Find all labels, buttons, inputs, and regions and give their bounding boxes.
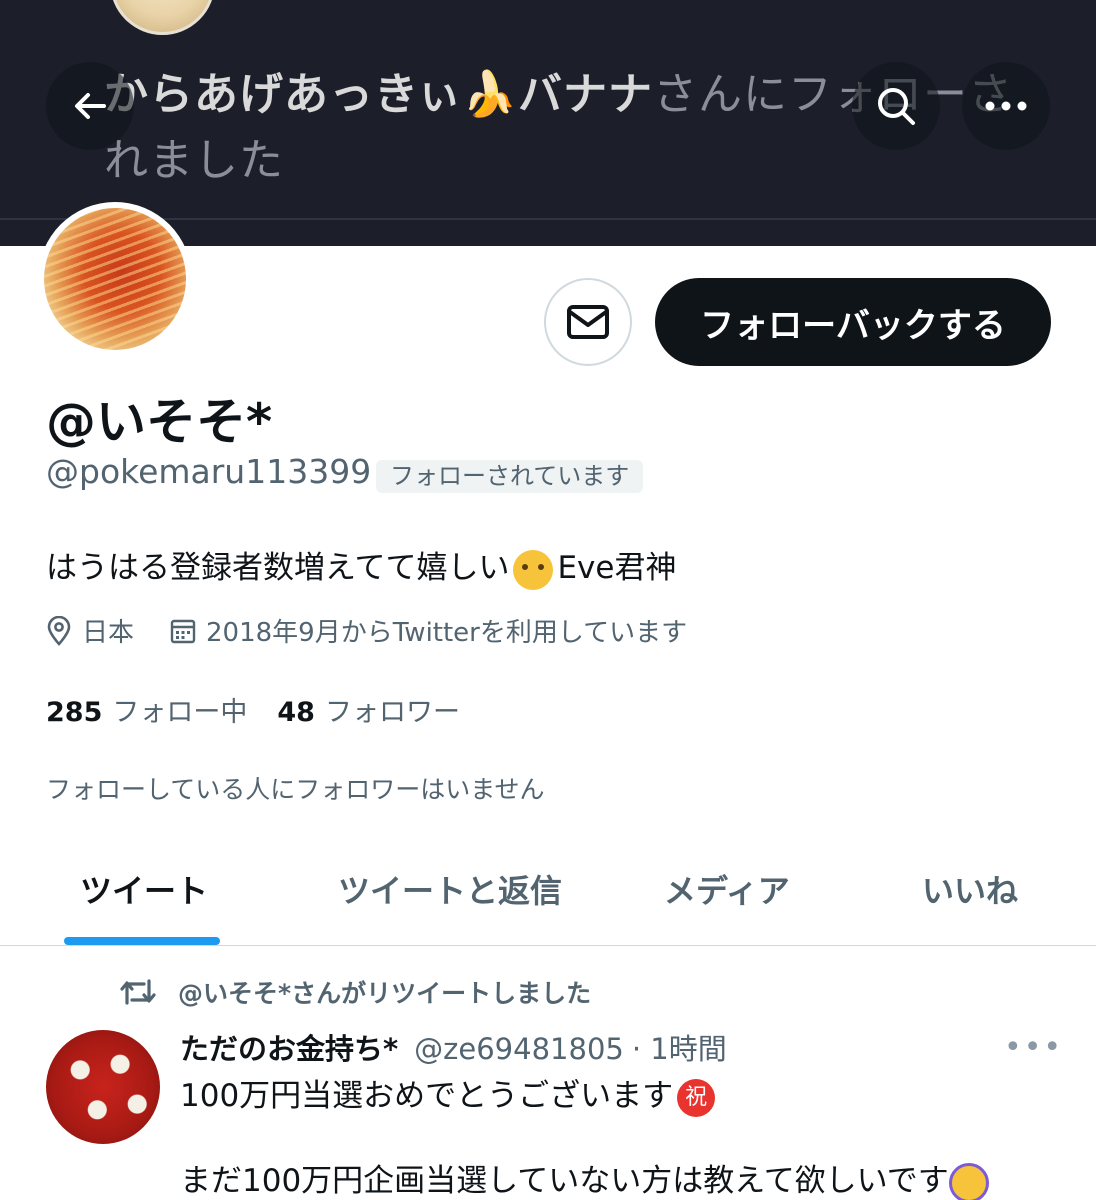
tab-media[interactable]: メディア [664, 866, 790, 912]
follow-counts: 285 フォロー中 48 フォロワー [46, 690, 490, 729]
following-count: 285 [46, 697, 103, 728]
bio-tail: Eve君神 [557, 550, 677, 586]
tab-tweets-replies[interactable]: ツイートと返信 [338, 866, 562, 912]
mutual-followers-note: フォローしている人にフォロワーはいません [46, 775, 545, 804]
calendar-icon [170, 619, 196, 643]
location-text: 日本 [82, 618, 135, 648]
banana-icon: 🍌 [462, 69, 519, 120]
followers-link[interactable]: 48 フォロワー [277, 690, 460, 729]
tweet-text-line1: 100万円当選おめでとうございます祝 [180, 1070, 716, 1117]
bio-text: はうはる登録者数増えてて嬉しい [46, 550, 510, 586]
search-button[interactable] [852, 62, 940, 150]
more-dots-icon [985, 101, 1027, 111]
retweet-label: @いそそ*さんがリツイートしました [178, 979, 592, 1008]
location-pin-icon [47, 615, 71, 646]
profile-avatar[interactable] [38, 202, 192, 356]
tweet-text-1: 100万円当選おめでとうございます [180, 1078, 674, 1114]
tab-likes[interactable]: いいね [922, 866, 1018, 912]
banner-text-rest: さんにフォローさ [653, 69, 1014, 120]
profile-location: 日本 [46, 612, 134, 649]
active-tab-indicator [64, 937, 220, 945]
profile-display-name: @いそそ* [46, 393, 273, 451]
following-label: フォロー中 [112, 697, 248, 728]
banner-notification-text: からあげあっきぃ🍌バナナさんにフォローさ れました [104, 62, 1094, 194]
followers-count: 48 [277, 697, 315, 728]
profile-tabs: ツイート ツイートと返信 メディア いいね [0, 836, 1096, 946]
retweet-icon [120, 979, 156, 1005]
follow-back-button[interactable]: フォローバックする [655, 278, 1051, 366]
tweet-author-avatar[interactable] [46, 1030, 160, 1144]
retweet-context[interactable]: @いそそ*さんがリツイートしました [118, 974, 591, 1010]
tab-tweets[interactable]: ツイート [80, 866, 208, 912]
profile-joined: 2018年9月からTwitterを利用しています [170, 612, 687, 649]
tweet-author-name[interactable]: ただのお金持ち* [180, 1026, 398, 1068]
tweet-time[interactable]: · 1時間 [632, 1026, 727, 1068]
back-arrow-icon [75, 93, 106, 119]
message-button[interactable] [544, 278, 632, 366]
profile-handle: @pokemaru113399 [46, 452, 372, 491]
joined-text: 2018年9月からTwitterを利用しています [206, 618, 688, 648]
tweet-author-handle[interactable]: @ze69481805 [414, 1032, 624, 1066]
tweet-header: ただのお金持ち* @ze69481805 · 1時間 [180, 1026, 727, 1068]
banner-text-line2: れました [104, 135, 284, 186]
person-gesture-icon [948, 1162, 989, 1200]
followers-label: フォロワー [324, 697, 460, 728]
follows-you-badge: フォローされています [376, 460, 644, 493]
profile-bio: はうはる登録者数増えてて嬉しい Eve君神 [46, 542, 676, 590]
search-icon [878, 88, 915, 125]
avatar-image [44, 208, 186, 350]
crying-face-icon [513, 549, 554, 590]
tweet-text-2: まだ100万円企画当選していない方は教えて欲しいです [180, 1163, 949, 1199]
more-options-button[interactable] [962, 62, 1050, 150]
envelope-icon [567, 305, 609, 339]
banner-name-2: バナナ [518, 69, 654, 120]
profile-meta: 日本 2018年9月からTwitterを利用しています [46, 612, 723, 649]
back-button[interactable] [46, 62, 134, 150]
celebration-badge-icon: 祝 [677, 1078, 716, 1117]
tweet-text-line2: まだ100万円企画当選していない方は教えて欲しいです [180, 1155, 989, 1200]
banner-name-1: からあげあっきぃ [104, 69, 463, 120]
tweet-more-button[interactable]: ••• [1004, 1030, 1063, 1065]
banner-image-avatar [110, 0, 215, 35]
following-link[interactable]: 285 フォロー中 [46, 690, 247, 729]
